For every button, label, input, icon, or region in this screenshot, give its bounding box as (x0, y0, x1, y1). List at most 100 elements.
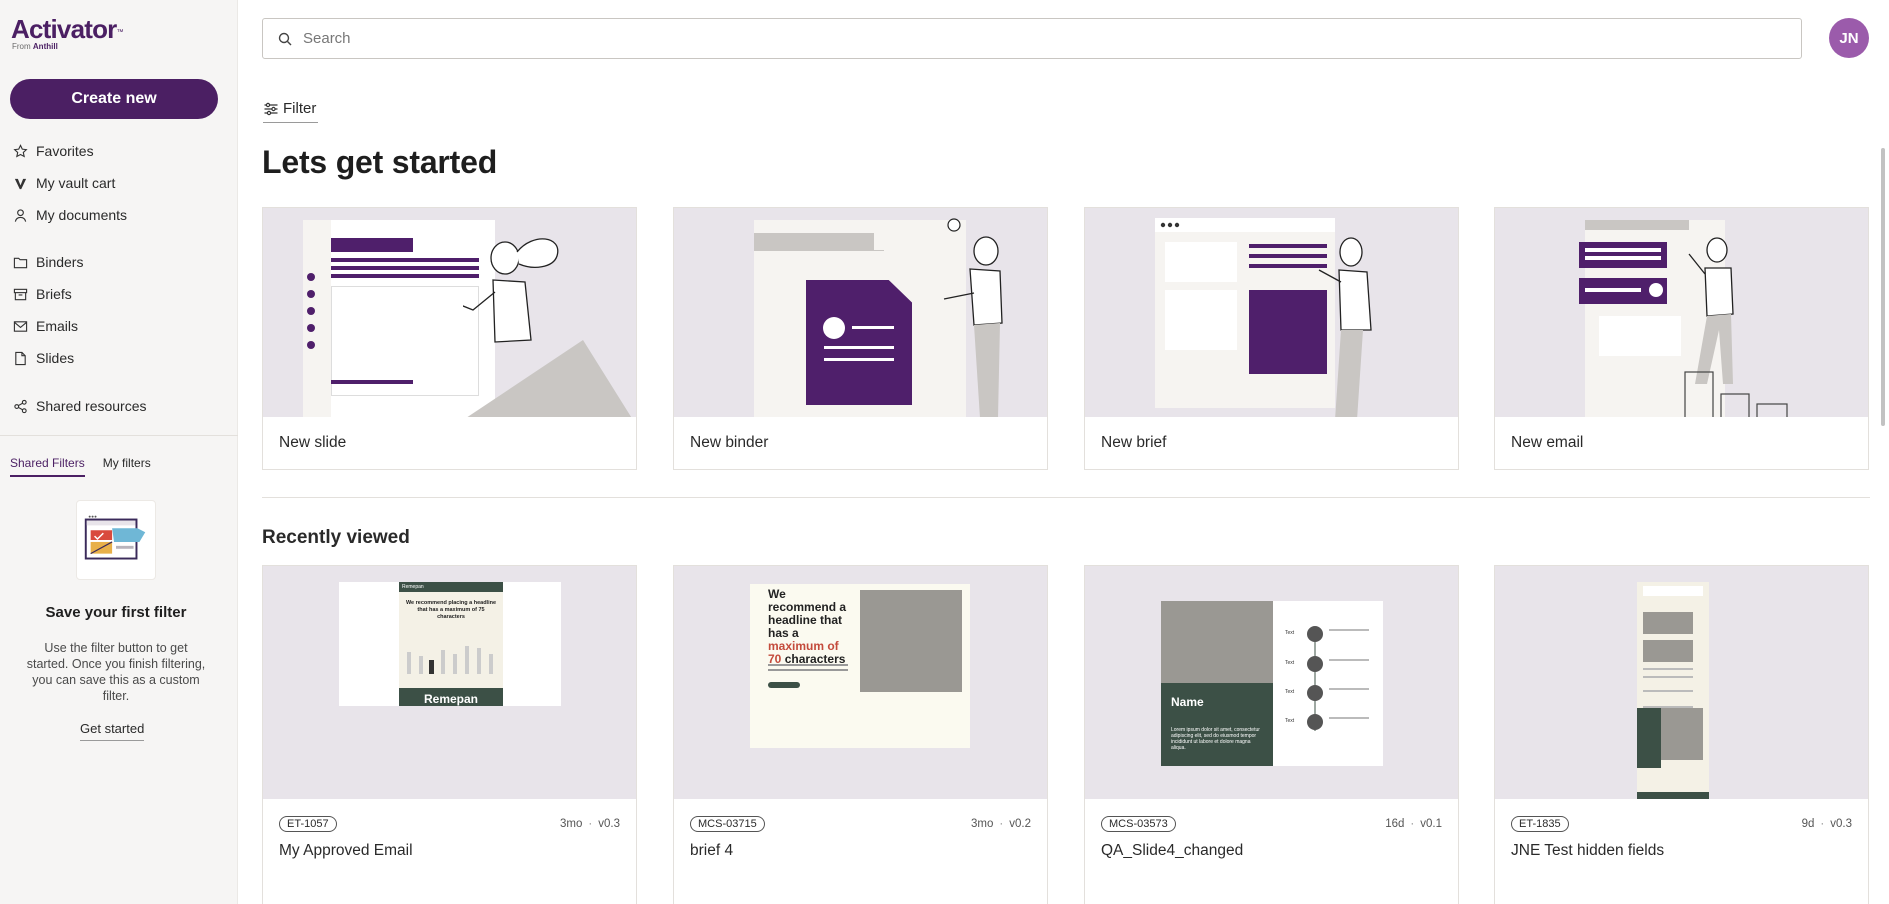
slide-thumb-label: Text (1285, 718, 1295, 724)
brief-thumb-headline: We recommend a headline that has a (768, 587, 847, 640)
section-divider (262, 497, 1870, 498)
recently-viewed-heading: Recently viewed (262, 527, 410, 548)
document-title: brief 4 (690, 842, 734, 859)
slide-thumb-label: Text (1285, 660, 1295, 666)
empty-state-description: Use the filter button to get started. On… (26, 641, 206, 703)
search-icon (278, 32, 292, 45)
sidebar-item-emails[interactable]: Emails (0, 310, 238, 342)
tab-shared-filters[interactable]: Shared Filters (10, 456, 85, 477)
person-holding-icon (943, 218, 1003, 417)
filter-button[interactable]: Filter (263, 95, 319, 123)
person-climbing-icon (1684, 237, 1788, 417)
document-id-badge: ET-1057 (279, 816, 337, 832)
slide-thumb-timeline (1307, 626, 1369, 731)
logo-trademark: ™ (116, 29, 124, 36)
card-label: New brief (1101, 434, 1167, 451)
new-binder-card[interactable]: New binder (673, 207, 1048, 470)
new-email-card[interactable]: New email (1494, 207, 1869, 470)
mail-icon (12, 318, 28, 334)
slide-thumb-name: Name (1171, 695, 1204, 709)
page-scrollbar[interactable] (1881, 148, 1885, 426)
updated-age: 3mo (560, 818, 583, 830)
empty-state-title: Save your first filter (45, 604, 187, 621)
sidebar-item-vault-cart[interactable]: My vault cart (0, 167, 238, 199)
slide-thumb-label: Text (1285, 689, 1295, 695)
get-started-link[interactable]: Get started (80, 721, 145, 741)
sliders-icon (264, 102, 278, 115)
document-lines-icon (823, 317, 894, 361)
archive-icon (12, 286, 28, 302)
folder-icon (12, 254, 28, 270)
new-email-illustration (1495, 208, 1868, 417)
sidebar-item-my-documents[interactable]: My documents (0, 199, 238, 231)
bullet-dots-icon (307, 273, 315, 349)
window-dots-icon (1160, 222, 1180, 228)
search-bar[interactable] (262, 18, 1802, 59)
sidebar-item-binders[interactable]: Binders (0, 246, 238, 278)
version-label: v0.2 (1009, 818, 1031, 830)
sidebar-item-label: Slides (36, 350, 75, 366)
sidebar-item-favorites[interactable]: Favorites (0, 135, 238, 167)
card-label: New binder (690, 434, 769, 451)
primary-nav: Favorites My vault cart My documents (0, 135, 238, 231)
card-label: New slide (279, 434, 347, 451)
content-nav: Binders Briefs Emails Slides (0, 246, 238, 374)
share-icon (12, 398, 28, 414)
email-thumb-footer: Remepan (399, 688, 503, 706)
updated-age: 3mo (971, 818, 994, 830)
sidebar-item-label: Favorites (36, 143, 94, 159)
user-icon (12, 207, 28, 223)
updated-age: 9d (1801, 818, 1815, 830)
recent-card[interactable]: Remepan We recommend placing a headline … (262, 565, 637, 904)
version-label: v0.3 (1830, 818, 1852, 830)
slide-thumb-label: Text (1285, 630, 1295, 636)
new-brief-illustration (1085, 208, 1458, 417)
document-title: QA_Slide4_changed (1101, 842, 1244, 859)
email-thumbnail: Remepan We recommend placing a headline … (263, 566, 636, 799)
person-pointing-icon (1318, 237, 1372, 417)
email-thumb-brand-bar: Remepan (399, 582, 503, 592)
filter-label: Filter (283, 100, 317, 117)
sidebar-item-label: My documents (36, 207, 128, 223)
page-title: Lets get started (262, 144, 498, 180)
version-label: v0.3 (598, 818, 620, 830)
sidebar-item-label: My vault cart (36, 175, 116, 191)
sidebar-item-shared-resources[interactable]: Shared resources (0, 390, 238, 422)
vault-icon (12, 175, 28, 191)
sidebar-item-slides[interactable]: Slides (0, 342, 238, 374)
email-thumb-bars (407, 646, 493, 674)
star-icon (12, 143, 28, 159)
logo-wordmark: Activator (11, 14, 117, 44)
filter-tabs: Shared Filters My filters (10, 456, 151, 477)
create-new-button[interactable]: Create new (10, 79, 218, 119)
save-filter-illustration (76, 500, 156, 580)
document-id-badge: ET-1835 (1511, 816, 1569, 832)
sidebar-item-label: Binders (36, 254, 84, 270)
file-icon (12, 350, 28, 366)
brief-thumbnail: We recommend a headline that has a maxim… (674, 566, 1047, 799)
sidebar-item-label: Briefs (36, 286, 72, 302)
activator-logo[interactable]: Activator™ From Anthill (11, 14, 124, 51)
new-slide-card[interactable]: New slide (262, 207, 637, 470)
document-title: JNE Test hidden fields (1511, 842, 1665, 859)
sidebar-item-briefs[interactable]: Briefs (0, 278, 238, 310)
version-label: v0.1 (1420, 818, 1442, 830)
person-presenting-icon (463, 238, 632, 417)
tab-my-filters[interactable]: My filters (103, 456, 151, 477)
search-input[interactable] (303, 30, 1783, 47)
new-slide-illustration (263, 208, 636, 417)
user-avatar[interactable]: JN (1829, 18, 1869, 58)
document-id-badge: MCS-03715 (690, 816, 765, 832)
document-title: My Approved Email (279, 842, 413, 859)
sidebar-item-label: Emails (36, 318, 79, 334)
sidebar: Activator™ From Anthill Create new Favor… (0, 0, 238, 904)
recent-card[interactable]: Name Lorem ipsum dolor sit amet, consect… (1084, 565, 1459, 904)
new-brief-card[interactable]: New brief (1084, 207, 1459, 470)
card-label: New email (1511, 434, 1584, 451)
slide-thumbnail: Name Lorem ipsum dolor sit amet, consect… (1085, 566, 1458, 799)
recent-card[interactable]: We recommend a headline that has a maxim… (673, 565, 1048, 904)
new-binder-illustration (674, 208, 1047, 417)
recent-card[interactable]: ET-1835 9d · v0.3 JNE Test hidden fields (1494, 565, 1869, 904)
document-id-badge: MCS-03573 (1101, 816, 1176, 832)
email-thumb-headline: We recommend placing a headline that has… (405, 600, 497, 620)
